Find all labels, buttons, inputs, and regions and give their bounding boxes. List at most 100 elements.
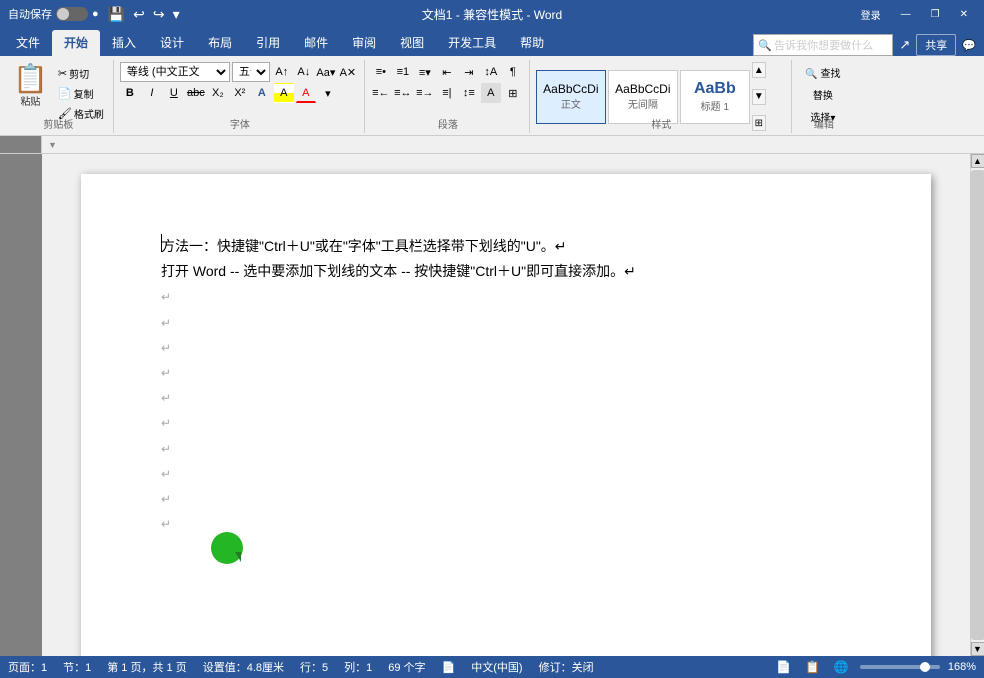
paste-button[interactable]: 📋 粘贴 <box>8 62 53 123</box>
close-button[interactable]: ✕ <box>952 7 976 22</box>
status-lang-icon: 📄 <box>442 661 456 674</box>
bullets-button[interactable]: ≡• <box>371 62 391 82</box>
zoom-slider[interactable] <box>860 665 940 669</box>
restore-button[interactable]: ❐ <box>923 7 948 22</box>
document-page[interactable]: 方法一：快捷键"Ctrl＋U"或在"字体"工具栏选择带下划线的"U"。↵ 打开 … <box>81 174 931 656</box>
empty-line-9: ↵ <box>161 486 851 511</box>
empty-line-3: ↵ <box>161 335 851 360</box>
status-track: 修订：关闭 <box>539 659 594 675</box>
empty-line-4: ↵ <box>161 360 851 385</box>
multilevel-button[interactable]: ≡▾ <box>415 62 435 82</box>
styles-scroll-up[interactable]: ▲ <box>752 62 766 78</box>
content-area: ▼ 方法一：快捷键"Ctrl＋U"或在"字体"工具栏选择带下划线的"U"。↵ <box>0 136 984 656</box>
scroll-up-button[interactable]: ▲ <box>971 154 984 168</box>
borders-button[interactable]: ⊞ <box>503 83 523 103</box>
status-page-of: 第 1 页，共 1 页 <box>107 659 186 675</box>
page-area[interactable]: 方法一：快捷键"Ctrl＋U"或在"字体"工具栏选择带下划线的"U"。↵ 打开 … <box>42 154 970 656</box>
pilcrow-4: ↵ <box>161 366 171 380</box>
align-center-button[interactable]: ≡↔ <box>393 83 413 103</box>
style-no-spacing-preview: AaBbCcDi <box>615 82 670 96</box>
copy-button[interactable]: 📄 复制 <box>55 84 107 103</box>
font-size-select[interactable]: 五号 <box>232 62 270 82</box>
status-row: 行：5 <box>300 659 328 675</box>
text-effect-button[interactable]: A <box>252 83 272 103</box>
document-paragraph-1: 方法一：快捷键"Ctrl＋U"或在"字体"工具栏选择带下划线的"U"。↵ <box>161 234 851 259</box>
search-box[interactable]: 🔍 告诉我你想要做什么 <box>753 34 893 56</box>
ruler-marker: ▼ <box>44 140 61 150</box>
left-sidebar <box>0 154 42 656</box>
tab-design[interactable]: 设计 <box>148 30 196 56</box>
editing-group: 🔍 查找 替换 选择▾ 编辑 <box>794 60 854 133</box>
font-color-button[interactable]: A <box>296 83 316 103</box>
scroll-down-button[interactable]: ▼ <box>971 642 984 656</box>
tab-help[interactable]: 帮助 <box>508 30 556 56</box>
font-name-select[interactable]: 等线 (中文正文 <box>120 62 230 82</box>
tab-view[interactable]: 视图 <box>388 30 436 56</box>
cut-label: 剪切 <box>69 66 89 81</box>
style-heading1-preview: AaBb <box>694 80 736 98</box>
view-read-button[interactable]: 📄 <box>773 659 794 675</box>
font-decrease-button[interactable]: A↓ <box>294 62 314 82</box>
clear-format-button[interactable]: A✕ <box>338 62 358 82</box>
ruler-left-margin <box>0 136 42 153</box>
bold-button[interactable]: B <box>120 83 140 103</box>
tab-review[interactable]: 审阅 <box>340 30 388 56</box>
underline-button[interactable]: U <box>164 83 184 103</box>
comment-icon: 💬 <box>962 39 976 52</box>
align-right-button[interactable]: ≡→ <box>415 83 435 103</box>
undo-button[interactable]: ↩ <box>130 4 148 25</box>
decrease-indent-button[interactable]: ⇤ <box>437 62 457 82</box>
tab-home[interactable]: 开始 <box>52 30 100 56</box>
change-case-button[interactable]: Aa▾ <box>316 62 336 82</box>
customize-qa-button[interactable]: ▾ <box>170 4 183 25</box>
font-color-dropdown[interactable]: ▾ <box>318 83 338 103</box>
tab-mailings[interactable]: 邮件 <box>292 30 340 56</box>
increase-indent-button[interactable]: ⇥ <box>459 62 479 82</box>
autosave-label: 自动保存 <box>8 6 52 22</box>
status-setting: 设置值：4.8厘米 <box>203 659 284 675</box>
title-bar: 自动保存 ● 💾 ↩ ↪ ▾ 文档1 - 兼容性模式 - Word 登录 — ❐… <box>0 0 984 28</box>
autosave-toggle[interactable] <box>56 7 88 21</box>
clipboard-group-label: 剪贴板 <box>4 116 113 131</box>
view-web-button[interactable]: 🌐 <box>831 659 852 675</box>
paragraph-group: ≡• ≡1 ≡▾ ⇤ ⇥ ↕A ¶ ≡← ≡↔ ≡→ ≡| ↕≡ A ⊞ <box>367 60 530 133</box>
font-increase-button[interactable]: A↑ <box>272 62 292 82</box>
styles-scroll-down[interactable]: ▼ <box>752 89 766 105</box>
shading-button[interactable]: A <box>481 83 501 103</box>
highlight-button[interactable]: A <box>274 83 294 103</box>
subscript-button[interactable]: X₂ <box>208 83 228 103</box>
redo-button[interactable]: ↪ <box>150 4 168 25</box>
tab-insert[interactable]: 插入 <box>100 30 148 56</box>
tab-references[interactable]: 引用 <box>244 30 292 56</box>
numbering-button[interactable]: ≡1 <box>393 62 413 82</box>
justify-button[interactable]: ≡| <box>437 83 457 103</box>
paste-icon: 📋 <box>13 65 48 93</box>
scroll-thumb[interactable] <box>971 170 984 640</box>
find-button[interactable]: 🔍 查找 <box>798 62 848 82</box>
save-button[interactable]: 💾 <box>105 4 128 25</box>
show-marks-button[interactable]: ¶ <box>503 62 523 82</box>
minimize-button[interactable]: — <box>893 7 919 22</box>
tab-developer[interactable]: 开发工具 <box>436 30 508 56</box>
tab-layout[interactable]: 布局 <box>196 30 244 56</box>
doc-area: 方法一：快捷键"Ctrl＋U"或在"字体"工具栏选择带下划线的"U"。↵ 打开 … <box>0 154 984 656</box>
tab-file[interactable]: 文件 <box>4 30 52 56</box>
status-language: 中文(中国) <box>471 659 522 675</box>
login-button[interactable]: 登录 <box>853 5 889 24</box>
empty-line-5: ↵ <box>161 385 851 410</box>
align-left-button[interactable]: ≡← <box>371 83 391 103</box>
line-spacing-button[interactable]: ↕≡ <box>459 83 479 103</box>
cut-button[interactable]: ✂ 剪切 <box>55 64 107 83</box>
view-print-button[interactable]: 📋 <box>802 659 823 675</box>
sort-button[interactable]: ↕A <box>481 62 501 82</box>
document-paragraph-2: 打开 Word -- 选中要添加下划线的文本 -- 按快捷键"Ctrl＋U"即可… <box>161 259 851 284</box>
pilcrow-5: ↵ <box>161 391 171 405</box>
replace-button[interactable]: 替换 <box>798 84 848 104</box>
vertical-scrollbar[interactable]: ▲ ▼ <box>970 154 984 656</box>
superscript-button[interactable]: X² <box>230 83 250 103</box>
italic-button[interactable]: I <box>142 83 162 103</box>
strikethrough-button[interactable]: abc <box>186 83 206 103</box>
search-icon: 🔍 <box>758 39 772 52</box>
share-button[interactable]: 共享 <box>916 34 956 56</box>
font-row-2: B I U abc X₂ X² A A A ▾ <box>120 83 358 103</box>
